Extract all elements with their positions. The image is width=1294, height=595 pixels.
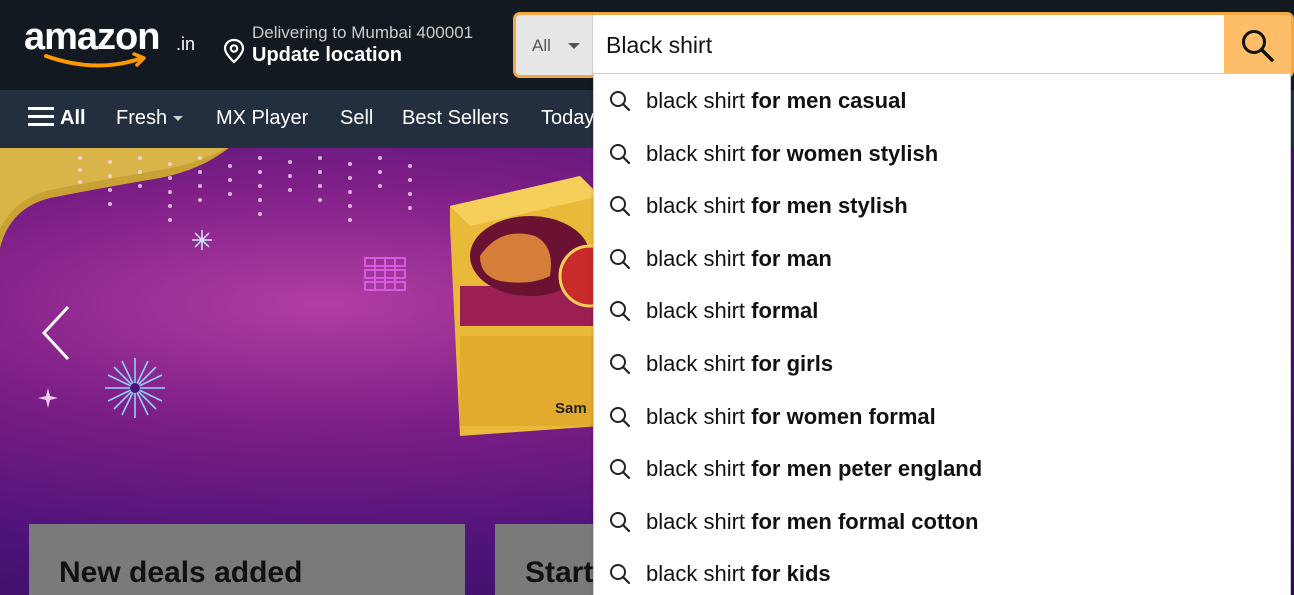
deal-card[interactable]: Start bbox=[495, 524, 605, 595]
suggestion-prefix: black shirt bbox=[646, 140, 752, 166]
suggestion-item[interactable]: black shirt for women stylish bbox=[594, 127, 1292, 179]
suggestion-item[interactable]: black shirt for man bbox=[594, 232, 1292, 284]
carousel-prev-icon[interactable] bbox=[36, 303, 76, 363]
nav-item-today[interactable]: Today bbox=[541, 107, 594, 130]
suggestion-item[interactable]: black shirt for kids bbox=[594, 547, 1292, 595]
search-suggestions-dropdown: black shirt for men casual black shirt fo… bbox=[593, 73, 1291, 595]
suggestion-completion: for men stylish bbox=[751, 193, 908, 219]
suggestion-item[interactable]: black shirt for men formal cotton bbox=[594, 495, 1292, 547]
logo-smile-icon bbox=[44, 52, 146, 68]
suggestion-text: black shirt for men stylish bbox=[646, 193, 908, 219]
delivering-to-label: Delivering to Mumbai 400001 bbox=[252, 23, 474, 42]
suggestion-item[interactable]: black shirt for girls bbox=[594, 337, 1292, 389]
suggestion-item[interactable]: black shirt for men peter england bbox=[594, 442, 1292, 494]
search-icon bbox=[610, 248, 631, 269]
location-pin-icon bbox=[223, 38, 245, 64]
search-input[interactable] bbox=[594, 15, 1224, 75]
suggestion-text: black shirt for women stylish bbox=[646, 141, 938, 167]
suggestion-text: black shirt for women formal bbox=[646, 404, 936, 430]
banner-partial-text: Sam bbox=[555, 400, 587, 417]
suggestion-completion: for men casual bbox=[751, 88, 907, 113]
suggestion-prefix: black shirt bbox=[646, 456, 752, 482]
search-bar: All bbox=[513, 12, 1294, 78]
search-icon bbox=[610, 143, 631, 164]
nav-all-label: All bbox=[60, 107, 86, 129]
search-icon bbox=[610, 91, 631, 112]
suggestion-prefix: black shirt bbox=[646, 403, 752, 429]
suggestion-text: black shirt for girls bbox=[646, 351, 833, 377]
card-title: Start bbox=[525, 556, 594, 589]
sparkle-icon bbox=[192, 230, 212, 250]
suggestion-text: black shirt for men peter england bbox=[646, 456, 982, 482]
search-icon bbox=[610, 511, 631, 532]
deal-card[interactable]: New deals added bbox=[29, 524, 465, 595]
suggestion-completion: for man bbox=[751, 245, 832, 271]
nav-item-label: Fresh bbox=[116, 107, 168, 129]
suggestion-completion: formal bbox=[751, 298, 819, 324]
nav-item-sell[interactable]: Sell bbox=[340, 107, 373, 130]
nav-item-mx-player[interactable]: MX Player bbox=[216, 107, 308, 130]
suggestion-prefix: black shirt bbox=[646, 245, 752, 271]
firework-icon bbox=[105, 358, 165, 418]
amazon-logo[interactable]: amazon .in bbox=[24, 16, 204, 74]
caret-down-icon bbox=[173, 116, 184, 122]
diwali-gift-box-graphic bbox=[450, 176, 600, 436]
search-icon bbox=[610, 301, 631, 322]
sparkle-icon bbox=[38, 388, 58, 408]
suggestion-text: black shirt for men casual bbox=[646, 88, 906, 114]
suggestion-completion: for men peter england bbox=[751, 456, 983, 482]
nav-all-menu[interactable]: All bbox=[28, 106, 86, 130]
search-category-label: All bbox=[532, 36, 551, 55]
search-category-dropdown[interactable]: All bbox=[516, 15, 593, 75]
suggestion-prefix: black shirt bbox=[646, 298, 752, 324]
suggestion-prefix: black shirt bbox=[646, 351, 752, 376]
suggestion-text: black shirt for kids bbox=[646, 561, 831, 587]
suggestion-prefix: black shirt bbox=[646, 193, 752, 219]
logo-suffix: .in bbox=[176, 34, 196, 54]
suggestion-prefix: black shirt bbox=[646, 88, 752, 113]
card-title: New deals added bbox=[59, 556, 303, 589]
search-icon bbox=[1242, 30, 1274, 62]
suggestion-completion: for men formal cotton bbox=[751, 508, 979, 534]
nav-item-best-sellers[interactable]: Best Sellers bbox=[402, 107, 509, 130]
hamburger-icon bbox=[28, 106, 54, 127]
suggestion-completion: for girls bbox=[751, 351, 834, 376]
delivery-location[interactable]: Delivering to Mumbai 400001 Update locat… bbox=[222, 20, 502, 72]
suggestion-text: black shirt for men formal cotton bbox=[646, 509, 979, 535]
suggestion-item[interactable]: black shirt for women formal bbox=[594, 390, 1292, 442]
suggestion-text: black shirt formal bbox=[646, 298, 818, 324]
suggestion-prefix: black shirt bbox=[646, 561, 752, 587]
search-button[interactable] bbox=[1224, 15, 1291, 75]
suggestion-completion: for women stylish bbox=[751, 140, 939, 166]
suggestion-prefix: black shirt bbox=[646, 508, 752, 534]
search-icon bbox=[610, 406, 631, 427]
firecracker-icon bbox=[364, 257, 406, 291]
update-location-label: Update location bbox=[252, 44, 403, 66]
caret-down-icon bbox=[568, 43, 580, 49]
search-icon bbox=[610, 564, 631, 585]
nav-item-fresh[interactable]: Fresh bbox=[116, 107, 184, 130]
suggestion-item[interactable]: black shirt for men casual bbox=[594, 74, 1292, 126]
suggestion-item[interactable]: black shirt for men stylish bbox=[594, 179, 1292, 231]
suggestion-completion: for kids bbox=[751, 561, 831, 587]
suggestion-item[interactable]: black shirt formal bbox=[594, 284, 1292, 336]
suggestion-completion: for women formal bbox=[751, 403, 936, 429]
search-icon bbox=[610, 196, 631, 217]
search-icon bbox=[610, 459, 631, 480]
suggestion-text: black shirt for man bbox=[646, 246, 832, 272]
search-icon bbox=[610, 354, 631, 375]
